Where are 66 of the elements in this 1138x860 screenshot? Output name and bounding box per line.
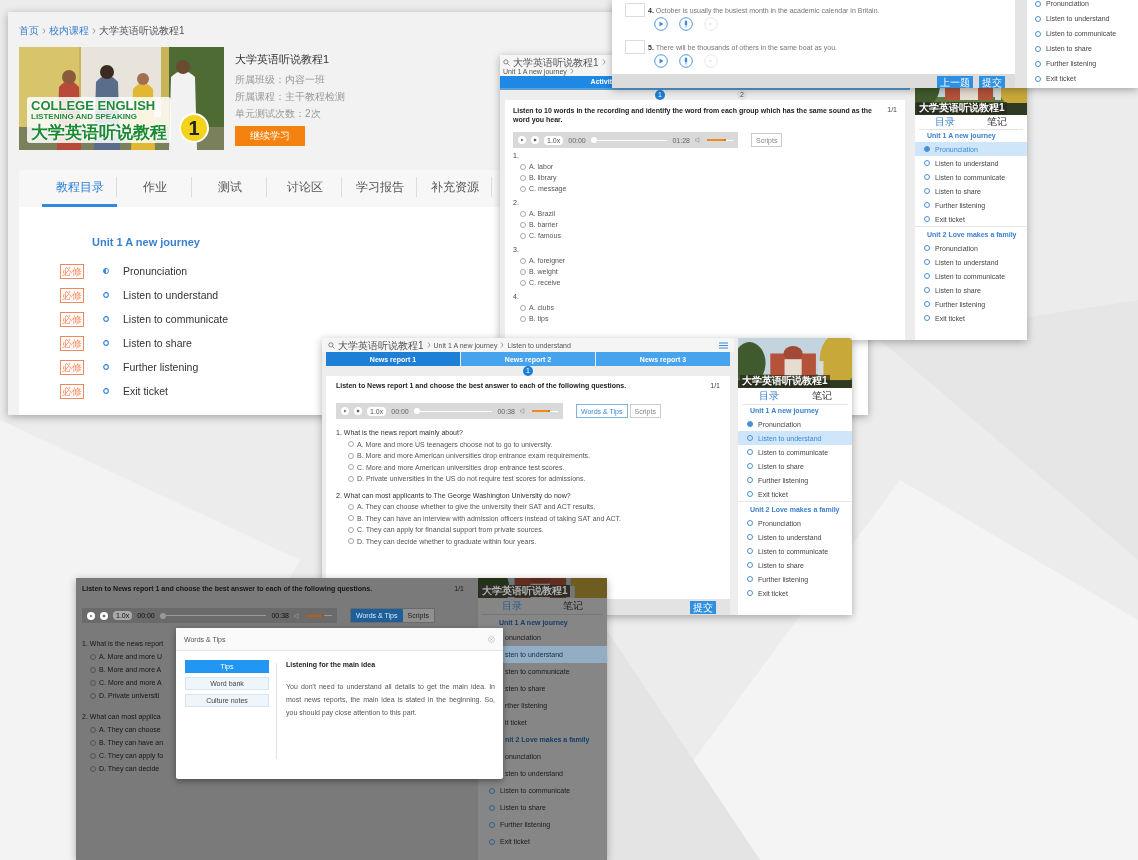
- stop-icon[interactable]: [100, 611, 108, 620]
- required-tag: 必修: [60, 263, 84, 279]
- cover-chinese-title: 大学英语听说教程: [31, 124, 167, 141]
- progress-track[interactable]: [590, 137, 668, 143]
- breadcrumb-link[interactable]: 校内课程: [49, 24, 89, 38]
- sidebar-tab[interactable]: 目录: [919, 116, 971, 128]
- breadcrumb-link[interactable]: 大学英语听说教程1: [513, 56, 599, 68]
- required-tag: 必修: [60, 359, 84, 375]
- progress-track[interactable]: [159, 612, 267, 619]
- course-title: 大学英语听说教程1: [480, 585, 570, 597]
- lesson-link[interactable]: Listen to communicate: [123, 313, 229, 325]
- play-icon[interactable]: [87, 611, 95, 620]
- lesson-link[interactable]: Listen to share: [123, 337, 192, 349]
- volume-fill[interactable]: [306, 614, 324, 617]
- required-tag: 必修: [60, 311, 84, 327]
- unit-heading: Unit 1 A new journey: [92, 236, 201, 248]
- menu-icon[interactable]: [719, 341, 728, 349]
- circle-icon[interactable]: [704, 54, 718, 68]
- cover-subtitle: LISTENING AND SPEAKING: [31, 113, 138, 121]
- progress-track[interactable]: [413, 408, 493, 414]
- play-icon[interactable]: [654, 17, 668, 31]
- sidebar-tab[interactable]: 笔记: [542, 600, 603, 612]
- answer-box[interactable]: [625, 40, 645, 54]
- play-icon[interactable]: [518, 136, 526, 144]
- course-title: 大学英语听说教程1: [917, 102, 1007, 114]
- stop-icon[interactable]: [354, 407, 362, 415]
- breadcrumb-link[interactable]: 大学英语听说教程1: [338, 339, 424, 351]
- chevron-icon: [500, 342, 505, 348]
- lesson-link[interactable]: Pronunciation: [123, 265, 188, 277]
- speaker-icon[interactable]: [695, 137, 702, 143]
- lesson-link[interactable]: Further listening: [123, 361, 199, 373]
- search-icon[interactable]: [503, 58, 510, 66]
- play-icon[interactable]: [341, 407, 349, 415]
- sidebar-tab[interactable]: 笔记: [971, 116, 1023, 128]
- sidebar-tab[interactable]: 目录: [742, 390, 795, 402]
- play-icon[interactable]: [654, 54, 668, 68]
- speaker-icon[interactable]: [294, 612, 301, 619]
- speaker-icon[interactable]: [520, 408, 527, 414]
- required-tag: 必修: [60, 335, 84, 351]
- cover-title: COLLEGE ENGLISH: [31, 99, 157, 112]
- breadcrumb-link[interactable]: 首页: [19, 24, 39, 38]
- required-tag: 必修: [60, 287, 84, 303]
- progress-thumb[interactable]: [413, 408, 420, 414]
- breadcrumb-current: 大学英语听说教程1: [99, 24, 185, 38]
- chevron-icon: [569, 68, 574, 74]
- progress-thumb[interactable]: [590, 137, 597, 143]
- microphone-icon[interactable]: [679, 54, 693, 68]
- lesson-link[interactable]: Exit ticket: [123, 385, 168, 397]
- answer-box[interactable]: [625, 3, 645, 17]
- lesson-link[interactable]: Listen to understand: [123, 289, 219, 301]
- circle-icon[interactable]: [704, 17, 718, 31]
- course-title: 大学英语听说教程1: [740, 375, 830, 387]
- stop-icon[interactable]: [531, 136, 539, 144]
- chevron-icon: [92, 28, 96, 34]
- sidebar-tab[interactable]: 笔记: [795, 390, 848, 402]
- required-tag: 必修: [60, 383, 84, 399]
- search-icon[interactable]: [328, 341, 335, 349]
- microphone-icon[interactable]: [679, 17, 693, 31]
- chevron-icon: [601, 59, 606, 65]
- course-title: 大学英语听说教程1: [235, 52, 331, 67]
- course-detail: 单元测试次数：2次: [235, 107, 322, 121]
- course-detail: 所属课程：主干教程检测: [235, 90, 345, 104]
- progress-thumb[interactable]: [159, 612, 166, 619]
- chevron-icon: [42, 28, 46, 34]
- chevron-icon: [426, 342, 431, 348]
- close-icon[interactable]: [488, 635, 495, 643]
